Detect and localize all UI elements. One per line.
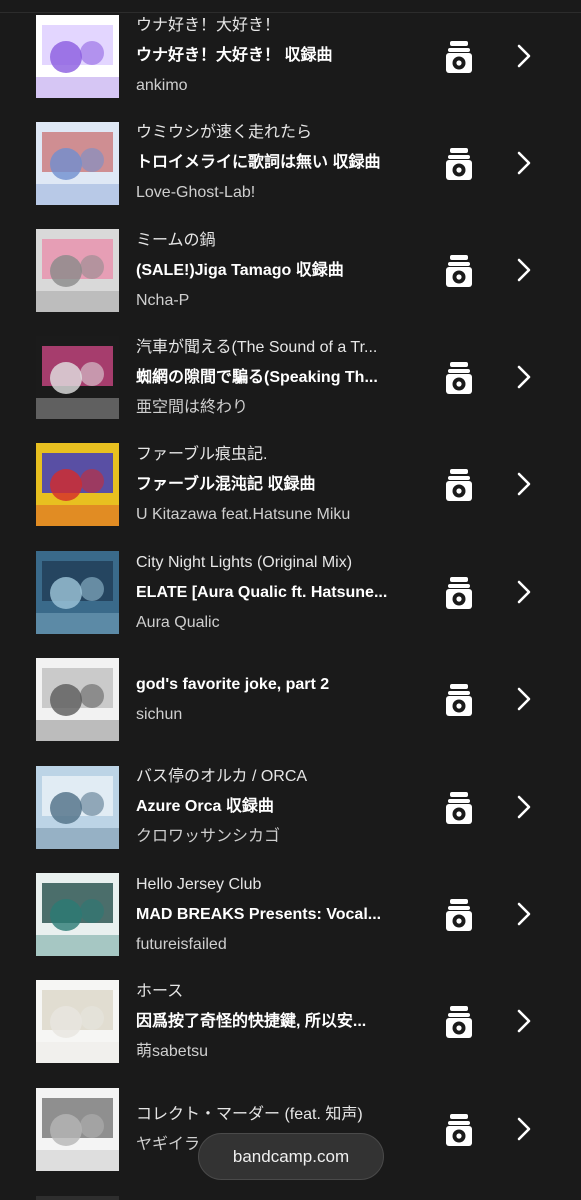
chevron-right-icon[interactable]: [514, 151, 534, 175]
album-title: トロイメライに歌詞は無い 収録曲: [136, 154, 381, 171]
album-art[interactable]: [36, 1088, 119, 1171]
track-title: バス停のオルカ / ORCA: [136, 768, 308, 785]
next-item-art-peek: [36, 1196, 119, 1200]
album-art[interactable]: [36, 122, 119, 205]
album-art[interactable]: [36, 980, 119, 1063]
wishlist-icon[interactable]: [445, 576, 473, 610]
album-title: MAD BREAKS Presents: Vocal...: [136, 906, 382, 923]
album-art[interactable]: [36, 766, 119, 849]
chevron-right-icon[interactable]: [514, 580, 534, 604]
album-art[interactable]: [36, 336, 119, 419]
track-title: Hello Jersey Club: [136, 876, 262, 893]
track-title: ウミウシが速く走れたら: [136, 124, 313, 141]
album-art-image: [36, 15, 119, 98]
chevron-right-icon[interactable]: [514, 472, 534, 496]
album-art[interactable]: [36, 229, 119, 312]
album-art[interactable]: [36, 443, 119, 526]
chevron-right-icon[interactable]: [514, 365, 534, 389]
album-title: ファーブル混沌記 収録曲: [136, 476, 316, 493]
item-texts[interactable]: バス停のオルカ / ORCA Azure Orca 収録曲 クロワッサンシカゴ: [136, 762, 408, 852]
item-texts[interactable]: ウミウシが速く走れたらトロイメライに歌詞は無い 収録曲 Love-Ghost-La…: [136, 118, 408, 208]
wishlist-icon[interactable]: [445, 1113, 473, 1147]
artist-name: U Kitazawa feat.Hatsune Miku: [136, 506, 351, 523]
item-texts[interactable]: ウナ好き！大好き！ ウナ好き！大好き！ 収録曲 ankimo: [136, 11, 408, 101]
item-texts[interactable]: ファーブル痕虫記. ファーブル混沌記 収録曲 U Kitazawa feat.Hat…: [136, 440, 408, 530]
chevron-right-icon[interactable]: [514, 258, 534, 282]
item-texts[interactable]: 汽車が聞える(The Sound of a Tr... 蜘網の隙間で騙る(Spea…: [136, 333, 408, 423]
chevron-right-icon[interactable]: [514, 795, 534, 819]
wishlist-icon[interactable]: [445, 791, 473, 825]
album-art-image: [36, 336, 119, 419]
album-title: 因爲按了奇怪的快捷鍵, 所以安...: [136, 1013, 367, 1030]
item-texts[interactable]: City Night Lights (Original Mix) ELATE [A…: [136, 548, 408, 638]
album-art[interactable]: [36, 551, 119, 634]
track-title: ホース: [136, 983, 184, 1000]
album-title: god's favorite joke, part 2: [136, 676, 330, 693]
album-art-image: [36, 980, 119, 1063]
artist-name: sichun: [136, 706, 183, 723]
album-art-image: [36, 1088, 119, 1171]
artist-name: Love-Ghost-Lab!: [136, 184, 256, 201]
artist-name: Aura Qualic: [136, 614, 220, 631]
item-texts[interactable]: ホース因爲按了奇怪的快捷鍵, 所以安... 萌sabetsu: [136, 977, 408, 1067]
wishlist-icon[interactable]: [445, 1005, 473, 1039]
artist-name: ankimo: [136, 77, 188, 94]
wishlist-icon[interactable]: [445, 254, 473, 288]
track-title: ファーブル痕虫記.: [136, 446, 268, 463]
album-title: 蜘網の隙間で騙る(Speaking Th...: [136, 369, 378, 386]
album-title: ウナ好き！大好き！ 収録曲: [136, 47, 333, 64]
chevron-right-icon[interactable]: [514, 1117, 534, 1141]
artist-name: Ncha-P: [136, 292, 190, 309]
chevron-right-icon[interactable]: [514, 44, 534, 68]
wishlist-icon[interactable]: [445, 468, 473, 502]
track-title: City Night Lights (Original Mix): [136, 554, 353, 571]
album-art-image: [36, 551, 119, 634]
wishlist-icon[interactable]: [445, 40, 473, 74]
artist-name: クロワッサンシカゴ: [136, 828, 281, 845]
album-title: (SALE!)Jiga Tamago 収録曲: [136, 262, 344, 279]
wishlist-icon[interactable]: [445, 147, 473, 181]
album-art-image: [36, 122, 119, 205]
album-art-image: [36, 443, 119, 526]
track-title: ウナ好き！大好き！: [136, 17, 281, 34]
album-art-image: [36, 873, 119, 956]
wishlist-icon[interactable]: [445, 898, 473, 932]
chevron-right-icon[interactable]: [514, 1009, 534, 1033]
chevron-right-icon[interactable]: [514, 902, 534, 926]
album-art[interactable]: [36, 15, 119, 98]
album-art-image: [36, 766, 119, 849]
track-title: ミームの鍋: [136, 232, 216, 249]
album-art-image: [36, 658, 119, 741]
artist-name: 亜空間は終わり: [136, 399, 249, 416]
artist-name: futureisfailed: [136, 936, 227, 953]
wishlist-icon[interactable]: [445, 361, 473, 395]
domain-pill[interactable]: bandcamp.com: [198, 1133, 384, 1180]
album-art[interactable]: [36, 658, 119, 741]
album-art[interactable]: [36, 873, 119, 956]
artist-name: 萌sabetsu: [136, 1043, 209, 1060]
item-texts[interactable]: god's favorite joke, part 2 sichun: [136, 670, 408, 730]
wishlist-icon[interactable]: [445, 683, 473, 717]
item-texts[interactable]: Hello Jersey Club MAD BREAKS Presents: Vo…: [136, 870, 408, 960]
album-title: ELATE [Aura Qualic ft. Hatsune...: [136, 584, 388, 601]
track-title: 汽車が聞える(The Sound of a Tr...: [136, 339, 378, 356]
track-title: コレクト・マーダー (feat. 知声): [136, 1106, 363, 1123]
chevron-right-icon[interactable]: [514, 687, 534, 711]
album-art-image: [36, 229, 119, 312]
item-texts[interactable]: ミームの鍋 (SALE!)Jiga Tamago 収録曲 Ncha-P: [136, 226, 408, 316]
album-title: Azure Orca 収録曲: [136, 798, 274, 815]
